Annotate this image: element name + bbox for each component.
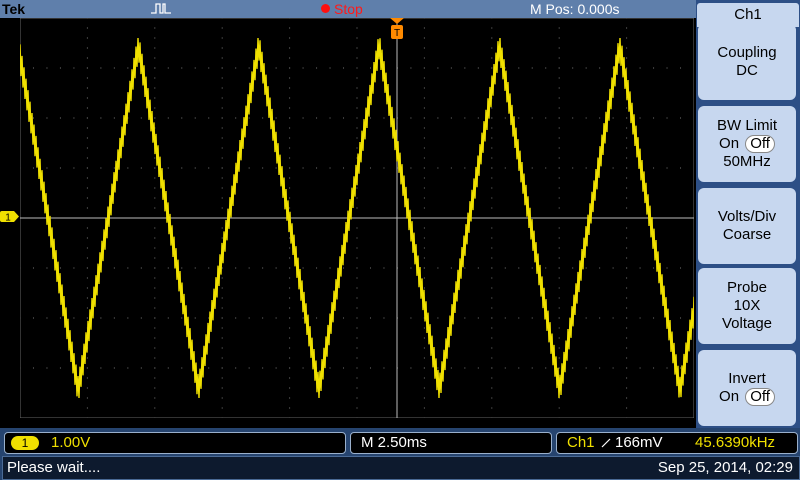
- pulse-trigger-icon: [151, 3, 171, 14]
- invert-off-selected: Off: [745, 388, 775, 406]
- waveform-display[interactable]: T: [20, 18, 694, 418]
- horizontal-position-readout: M Pos: 0.000s: [530, 1, 620, 17]
- rising-edge-icon: [601, 438, 611, 448]
- timebase-readout[interactable]: M 2.50ms: [350, 432, 552, 454]
- bw-limit-toggle: On Off: [698, 135, 796, 153]
- channel1-scale-readout[interactable]: 1 1.00V: [4, 432, 346, 454]
- bottom-status-area: 1 1.00V M 2.50ms Ch1 166mV 45.6390kHz Pl…: [0, 428, 800, 480]
- invert-toggle: On Off: [698, 388, 796, 406]
- message-bar: Please wait.... Sep 25, 2014, 02:29: [2, 456, 800, 480]
- date-time: Sep 25, 2014, 02:29: [657, 459, 793, 476]
- channel1-badge: 1: [11, 436, 39, 450]
- trigger-readout[interactable]: Ch1 166mV 45.6390kHz: [556, 432, 798, 454]
- run-state-label[interactable]: Stop: [334, 0, 363, 18]
- top-status-bar: Tek Stop M Pos: 0.000s: [0, 0, 696, 18]
- brand-label: Tek: [2, 1, 26, 17]
- bw-limit-off-selected: Off: [745, 135, 775, 153]
- svg-text:T: T: [394, 28, 400, 39]
- channel1-ground-marker[interactable]: 1: [0, 210, 20, 223]
- frequency-readout: 45.6390kHz: [695, 434, 776, 451]
- probe-button[interactable]: Probe 10X Voltage: [698, 268, 796, 344]
- invert-button[interactable]: Invert On Off: [698, 350, 796, 426]
- volts-div-button[interactable]: Volts/Div Coarse: [698, 188, 796, 264]
- trigger-source: Ch1: [567, 434, 595, 451]
- status-message: Please wait....: [7, 459, 101, 476]
- timebase-value: M 2.50ms: [361, 434, 427, 451]
- bw-limit-button[interactable]: BW Limit On Off 50MHz: [698, 106, 796, 182]
- channel1-side-menu: Ch1 Coupling DC BW Limit On Off 50MHz Vo…: [696, 0, 800, 428]
- stop-indicator-icon: [321, 4, 330, 13]
- svg-text:1: 1: [5, 213, 11, 224]
- coupling-button[interactable]: Coupling DC: [698, 24, 796, 100]
- volts-per-div-value: 1.00V: [51, 434, 91, 451]
- trigger-level: 166mV: [615, 434, 663, 451]
